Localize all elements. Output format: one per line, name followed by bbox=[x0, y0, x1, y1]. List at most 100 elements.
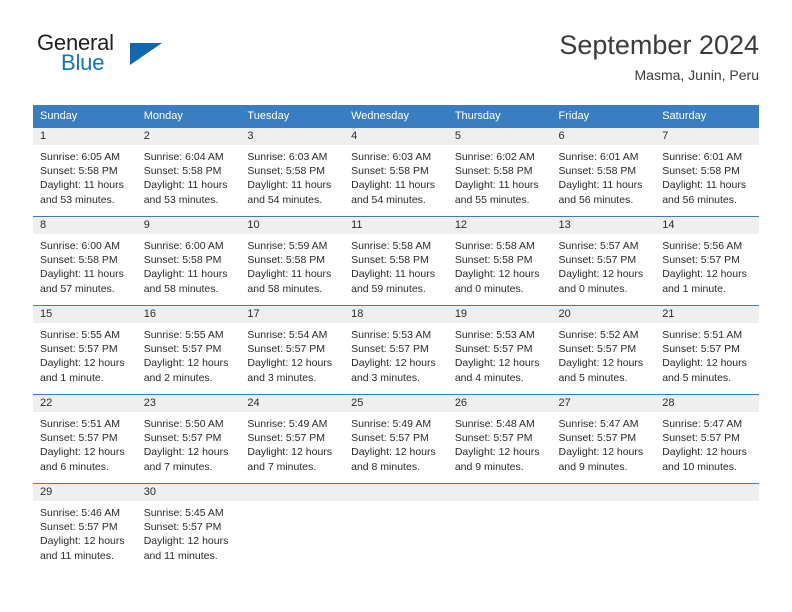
calendar-day-cell[interactable]: 25 Sunrise: 5:49 AM Sunset: 5:57 PM Dayligh… bbox=[344, 394, 448, 484]
calendar-day-cell[interactable]: 26 Sunrise: 5:48 AM Sunset: 5:57 PM Dayligh… bbox=[447, 394, 552, 484]
calendar-day-cell[interactable]: 30 Sunrise: 5:45 AM Sunset: 5:57 PM Dayligh… bbox=[136, 483, 241, 572]
daylight-text: Daylight: 12 hours and 9 minutes. bbox=[558, 446, 644, 473]
calendar-day-cell[interactable]: 17 Sunrise: 5:54 AM Sunset: 5:57 PM Dayligh… bbox=[240, 305, 345, 395]
sunset-text: Sunset: 5:58 PM bbox=[40, 254, 118, 267]
calendar-cell-empty bbox=[344, 483, 448, 572]
sunset-text: Sunset: 5:57 PM bbox=[558, 432, 637, 445]
calendar-day-cell[interactable]: 12 Sunrise: 5:58 AM Sunset: 5:58 PM Dayligh… bbox=[447, 216, 552, 306]
day-details: Sunrise: 6:00 AM Sunset: 5:58 PM Daylight:… bbox=[33, 234, 137, 296]
day-number bbox=[551, 484, 656, 501]
calendar-day-cell[interactable]: 7 Sunrise: 6:01 AM Sunset: 5:58 PM Daylight… bbox=[655, 127, 759, 217]
calendar-day-cell[interactable]: 11 Sunrise: 5:58 AM Sunset: 5:58 PM Dayligh… bbox=[344, 216, 448, 306]
sunrise-text: Sunrise: 5:47 AM bbox=[662, 418, 743, 430]
calendar-cell-empty bbox=[551, 483, 656, 572]
sunset-text: Sunset: 5:58 PM bbox=[351, 254, 429, 267]
day-details: Sunrise: 5:52 AM Sunset: 5:57 PM Daylight:… bbox=[552, 323, 656, 385]
day-details: Sunrise: 5:51 AM Sunset: 5:57 PM Daylight:… bbox=[655, 323, 759, 385]
daylight-text: Daylight: 12 hours and 2 minutes. bbox=[143, 357, 229, 384]
daylight-text: Daylight: 12 hours and 1 minute. bbox=[662, 268, 747, 295]
day-number: 1 bbox=[33, 128, 137, 145]
day-details: Sunrise: 6:05 AM Sunset: 5:58 PM Daylight:… bbox=[33, 145, 137, 207]
sunrise-text: Sunrise: 5:47 AM bbox=[558, 418, 639, 430]
day-details: Sunrise: 6:03 AM Sunset: 5:58 PM Daylight:… bbox=[240, 145, 344, 207]
sunset-text: Sunset: 5:58 PM bbox=[662, 165, 740, 178]
weekday-header-saturday: Saturday bbox=[655, 105, 759, 128]
day-number: 16 bbox=[136, 306, 241, 323]
calendar-day-cell[interactable]: 22 Sunrise: 5:51 AM Sunset: 5:57 PM Dayligh… bbox=[33, 394, 137, 484]
daylight-text: Daylight: 11 hours and 57 minutes. bbox=[40, 268, 124, 295]
daylight-text: Daylight: 12 hours and 10 minutes. bbox=[662, 446, 747, 473]
calendar-day-cell[interactable]: 13 Sunrise: 5:57 AM Sunset: 5:57 PM Dayligh… bbox=[551, 216, 656, 306]
calendar-day-cell[interactable]: 16 Sunrise: 5:55 AM Sunset: 5:57 PM Dayligh… bbox=[136, 305, 241, 395]
day-number: 6 bbox=[551, 128, 656, 145]
calendar-day-cell[interactable]: 19 Sunrise: 5:53 AM Sunset: 5:57 PM Dayligh… bbox=[447, 305, 552, 395]
calendar-day-cell[interactable]: 29 Sunrise: 5:46 AM Sunset: 5:57 PM Dayligh… bbox=[33, 483, 137, 572]
calendar-body: 1 Sunrise: 6:05 AM Sunset: 5:58 PM Daylight… bbox=[33, 127, 759, 572]
daylight-text: Daylight: 12 hours and 5 minutes. bbox=[662, 357, 747, 384]
day-details: Sunrise: 5:54 AM Sunset: 5:57 PM Daylight:… bbox=[240, 323, 344, 385]
day-number: 25 bbox=[344, 395, 448, 412]
calendar-day-cell[interactable]: 18 Sunrise: 5:53 AM Sunset: 5:57 PM Dayligh… bbox=[344, 305, 448, 395]
calendar-day-cell[interactable]: 14 Sunrise: 5:56 AM Sunset: 5:57 PM Dayligh… bbox=[655, 216, 759, 306]
day-details: Sunrise: 6:01 AM Sunset: 5:58 PM Daylight:… bbox=[655, 145, 759, 207]
sunrise-text: Sunrise: 5:46 AM bbox=[40, 507, 120, 519]
day-details: Sunrise: 5:55 AM Sunset: 5:57 PM Daylight:… bbox=[137, 323, 241, 385]
day-details: Sunrise: 6:02 AM Sunset: 5:58 PM Daylight:… bbox=[448, 145, 552, 207]
daylight-text: Daylight: 12 hours and 7 minutes. bbox=[143, 446, 229, 473]
sunset-text: Sunset: 5:58 PM bbox=[351, 165, 429, 178]
day-number: 19 bbox=[447, 306, 552, 323]
calendar-day-cell[interactable]: 4 Sunrise: 6:03 AM Sunset: 5:58 PM Daylight… bbox=[344, 127, 448, 217]
weekday-header-wednesday: Wednesday bbox=[344, 105, 448, 128]
daylight-text: Daylight: 11 hours and 59 minutes. bbox=[351, 268, 435, 295]
calendar-week-row: 1 Sunrise: 6:05 AM Sunset: 5:58 PM Daylight… bbox=[33, 127, 759, 217]
calendar-day-cell[interactable]: 5 Sunrise: 6:02 AM Sunset: 5:58 PM Daylight… bbox=[447, 127, 552, 217]
day-number: 8 bbox=[33, 217, 137, 234]
sunrise-text: Sunrise: 5:45 AM bbox=[143, 507, 224, 519]
title-block: September 2024 Masma, Junin, Peru bbox=[559, 28, 759, 85]
daylight-text: Daylight: 12 hours and 4 minutes. bbox=[454, 357, 540, 384]
calendar-day-cell[interactable]: 28 Sunrise: 5:47 AM Sunset: 5:57 PM Dayligh… bbox=[655, 394, 759, 484]
day-number: 11 bbox=[344, 217, 448, 234]
calendar-day-cell[interactable]: 20 Sunrise: 5:52 AM Sunset: 5:57 PM Dayligh… bbox=[551, 305, 656, 395]
sunset-text: Sunset: 5:57 PM bbox=[662, 254, 740, 267]
day-number: 3 bbox=[240, 128, 345, 145]
calendar-day-cell[interactable]: 6 Sunrise: 6:01 AM Sunset: 5:58 PM Daylight… bbox=[551, 127, 656, 217]
day-number: 12 bbox=[447, 217, 552, 234]
day-number: 21 bbox=[655, 306, 759, 323]
daylight-text: Daylight: 12 hours and 8 minutes. bbox=[351, 446, 436, 473]
sunset-text: Sunset: 5:57 PM bbox=[247, 432, 326, 445]
daylight-text: Daylight: 12 hours and 6 minutes. bbox=[40, 446, 125, 473]
day-number: 9 bbox=[136, 217, 241, 234]
calendar-day-cell[interactable]: 3 Sunrise: 6:03 AM Sunset: 5:58 PM Daylight… bbox=[240, 127, 345, 217]
calendar-day-cell[interactable]: 9 Sunrise: 6:00 AM Sunset: 5:58 PM Daylight… bbox=[136, 216, 241, 306]
calendar-day-cell[interactable]: 24 Sunrise: 5:49 AM Sunset: 5:57 PM Dayligh… bbox=[240, 394, 345, 484]
day-number: 15 bbox=[33, 306, 137, 323]
calendar-day-cell[interactable]: 23 Sunrise: 5:50 AM Sunset: 5:57 PM Dayligh… bbox=[136, 394, 241, 484]
calendar-day-cell[interactable]: 27 Sunrise: 5:47 AM Sunset: 5:57 PM Dayligh… bbox=[551, 394, 656, 484]
daylight-text: Daylight: 12 hours and 11 minutes. bbox=[143, 535, 229, 562]
daylight-text: Daylight: 12 hours and 5 minutes. bbox=[558, 357, 644, 384]
sunrise-text: Sunrise: 5:51 AM bbox=[40, 418, 120, 430]
day-details: Sunrise: 5:49 AM Sunset: 5:57 PM Daylight:… bbox=[240, 412, 344, 474]
daylight-text: Daylight: 12 hours and 11 minutes. bbox=[40, 535, 125, 562]
sunset-text: Sunset: 5:58 PM bbox=[454, 254, 533, 267]
calendar-day-cell[interactable]: 8 Sunrise: 6:00 AM Sunset: 5:58 PM Daylight… bbox=[33, 216, 137, 306]
calendar-week-row: 8 Sunrise: 6:00 AM Sunset: 5:58 PM Daylight… bbox=[33, 216, 759, 306]
calendar-day-cell[interactable]: 10 Sunrise: 5:59 AM Sunset: 5:58 PM Dayligh… bbox=[240, 216, 345, 306]
calendar-day-cell[interactable]: 21 Sunrise: 5:51 AM Sunset: 5:57 PM Dayligh… bbox=[655, 305, 759, 395]
daylight-text: Daylight: 11 hours and 56 minutes. bbox=[662, 179, 747, 206]
day-details: Sunrise: 6:00 AM Sunset: 5:58 PM Daylight:… bbox=[137, 234, 241, 296]
calendar-day-cell[interactable]: 15 Sunrise: 5:55 AM Sunset: 5:57 PM Dayligh… bbox=[33, 305, 137, 395]
daylight-text: Daylight: 12 hours and 3 minutes. bbox=[351, 357, 436, 384]
calendar-day-cell[interactable]: 1 Sunrise: 6:05 AM Sunset: 5:58 PM Daylight… bbox=[33, 127, 137, 217]
day-details: Sunrise: 5:55 AM Sunset: 5:57 PM Daylight:… bbox=[33, 323, 137, 385]
day-details: Sunrise: 5:47 AM Sunset: 5:57 PM Daylight:… bbox=[552, 412, 656, 474]
daylight-text: Daylight: 11 hours and 58 minutes. bbox=[143, 268, 228, 295]
calendar-cell-empty bbox=[447, 483, 552, 572]
day-details: Sunrise: 5:51 AM Sunset: 5:57 PM Daylight:… bbox=[33, 412, 137, 474]
page-subtitle: Masma, Junin, Peru bbox=[634, 67, 760, 83]
sunset-text: Sunset: 5:57 PM bbox=[662, 343, 740, 356]
calendar-day-cell[interactable]: 2 Sunrise: 6:04 AM Sunset: 5:58 PM Daylight… bbox=[136, 127, 241, 217]
brand-logo[interactable]: General Blue bbox=[33, 28, 273, 88]
day-number: 29 bbox=[33, 484, 137, 501]
